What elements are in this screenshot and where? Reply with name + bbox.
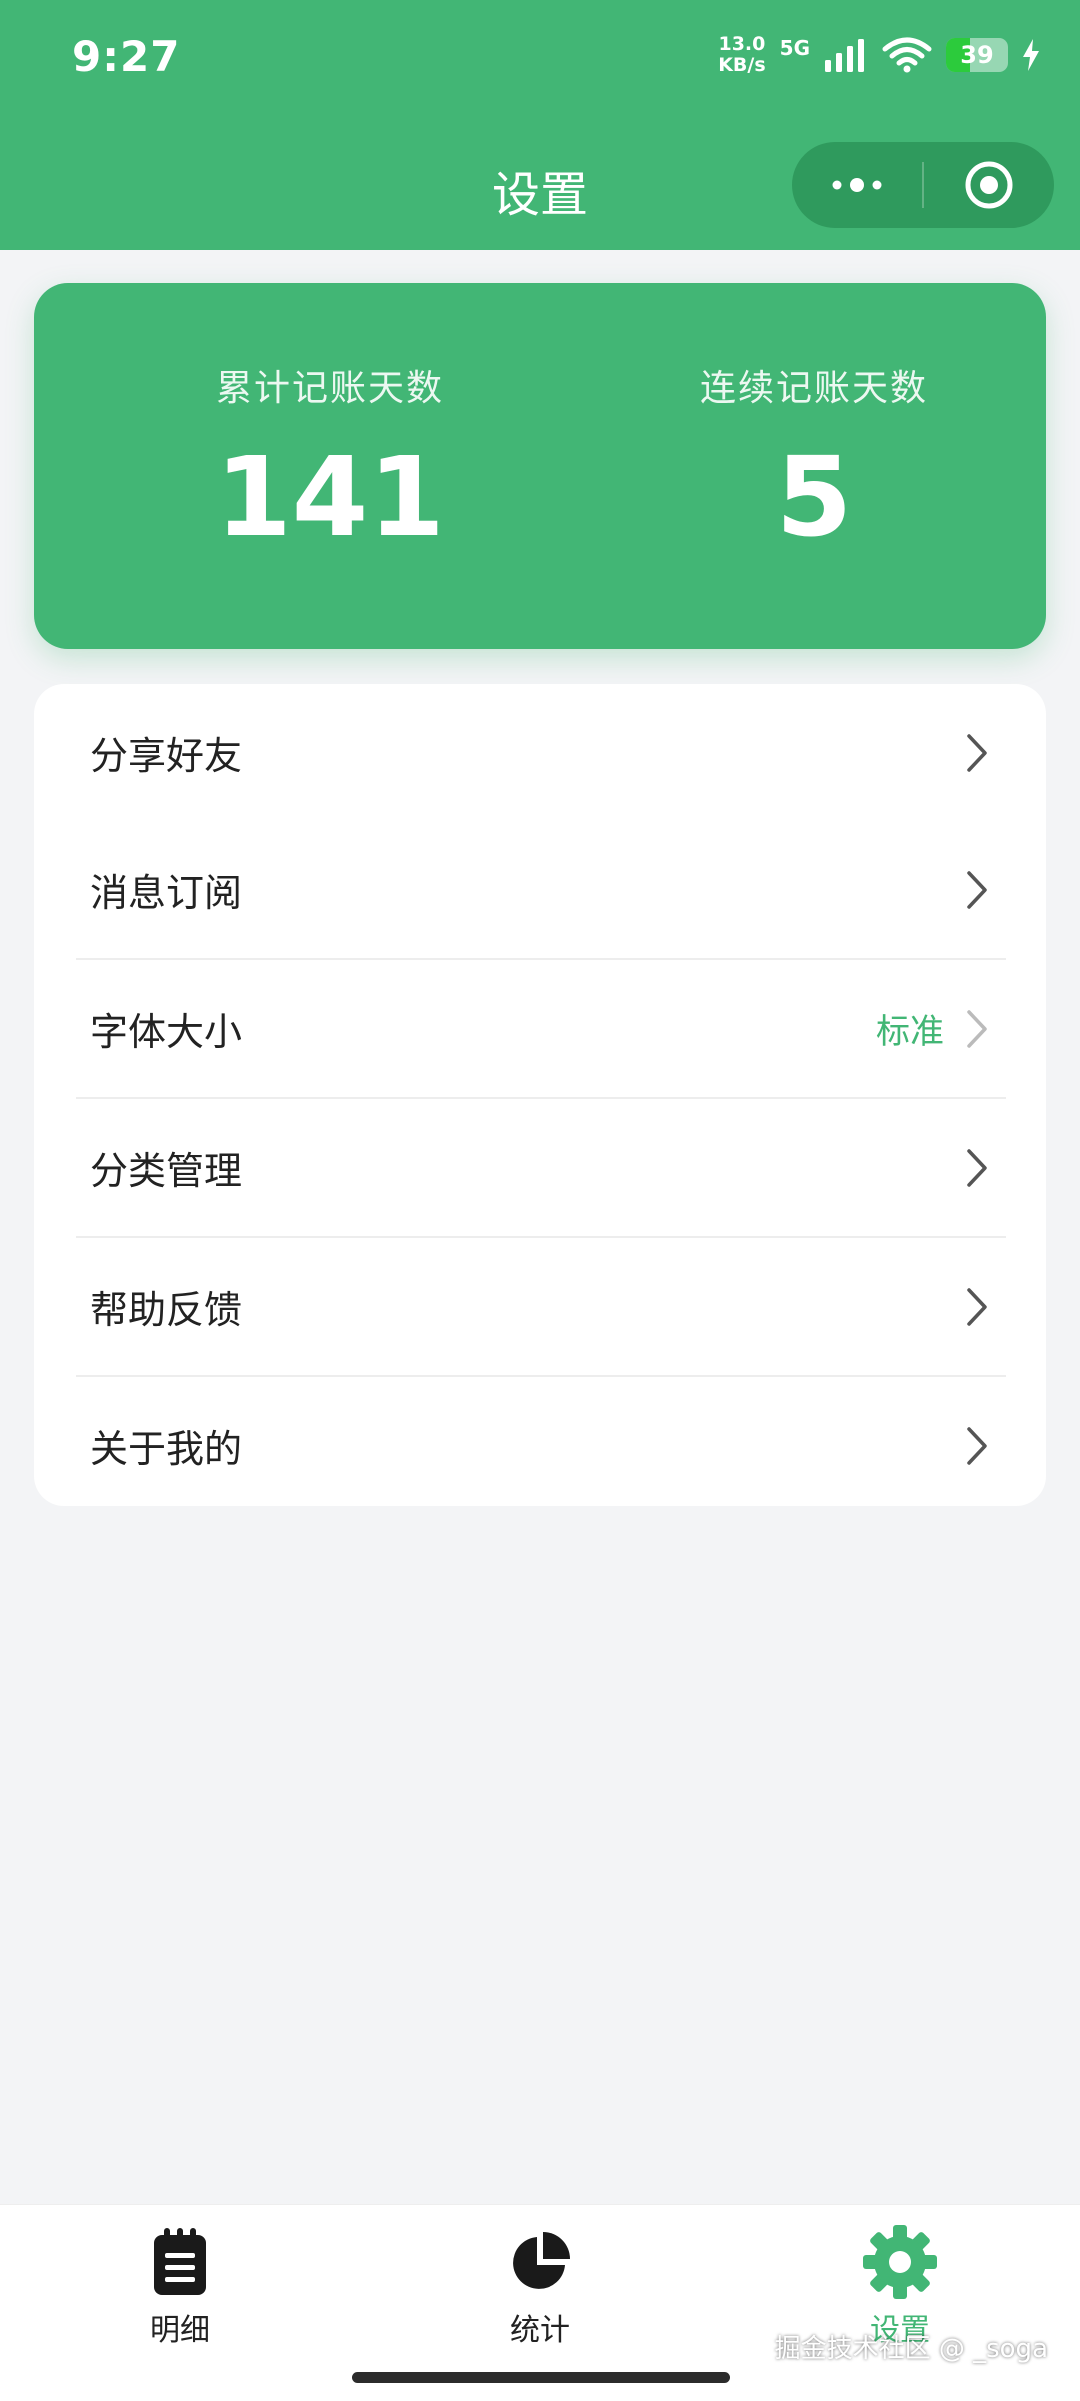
chevron-right-icon [967, 733, 987, 772]
menu-item-about[interactable]: 关于我的 [76, 1375, 1006, 1514]
network-speed: 13.0 KB/s [718, 34, 765, 76]
total-days-value: 141 [215, 433, 445, 561]
watermark: 掘金技术社区 @ _soga [774, 2334, 1048, 2364]
chevron-right-icon [967, 1287, 987, 1326]
target-circle-icon [965, 161, 1013, 209]
chevron-right-icon [967, 1009, 987, 1048]
menu-item-subscribe[interactable]: 消息订阅 [76, 821, 1006, 958]
battery-indicator: 39 [946, 38, 1008, 72]
menu-item-category[interactable]: 分类管理 [76, 1097, 1006, 1236]
status-time: 9:27 [72, 32, 181, 81]
notepad-icon [154, 2228, 206, 2295]
mini-program-capsule [792, 142, 1054, 228]
menu-item-label: 分享好友 [90, 734, 243, 778]
menu-item-label: 分类管理 [90, 1149, 243, 1193]
menu-item-font-size[interactable]: 字体大小 标准 [76, 958, 1006, 1097]
font-size-value: 标准 [876, 1012, 944, 1052]
home-indicator[interactable] [352, 2372, 730, 2383]
network-speed-unit: KB/s [718, 54, 766, 76]
close-button[interactable] [924, 142, 1054, 228]
chevron-right-icon [967, 870, 987, 909]
menu-item-label: 消息订阅 [90, 871, 243, 915]
streak-days-stat: 连续记账天数 5 [644, 283, 984, 557]
network-speed-value: 13.0 [718, 33, 766, 55]
stats-card: 累计记账天数 141 连续记账天数 5 [34, 283, 1046, 649]
streak-days-value: 5 [775, 433, 853, 561]
menu-item-label: 关于我的 [90, 1427, 243, 1471]
ellipsis-icon [832, 178, 882, 192]
chevron-right-icon [967, 1426, 987, 1465]
tab-details[interactable]: 明细 [80, 2223, 280, 2349]
streak-days-label: 连续记账天数 [699, 368, 928, 409]
more-button[interactable] [792, 142, 922, 228]
signal-icon [825, 39, 864, 72]
charging-icon [1023, 39, 1039, 71]
menu-item-share[interactable]: 分享好友 [76, 684, 1006, 821]
menu-item-label: 字体大小 [90, 1010, 243, 1054]
menu-item-feedback[interactable]: 帮助反馈 [76, 1236, 1006, 1375]
pie-chart-icon [513, 2232, 570, 2289]
tab-label: 明细 [150, 2313, 210, 2348]
network-type: 5G [779, 36, 810, 60]
total-days-stat: 累计记账天数 141 [160, 283, 500, 557]
tab-label: 统计 [510, 2313, 570, 2348]
chevron-right-icon [967, 1148, 987, 1187]
battery-level: 39 [960, 41, 994, 69]
header: 9:27 13.0 KB/s 5G 39 设置 [0, 0, 1080, 250]
wifi-icon [882, 37, 932, 73]
tab-statistics[interactable]: 统计 [440, 2223, 640, 2349]
status-icons: 13.0 KB/s 5G 39 [718, 34, 1040, 76]
gear-icon [863, 2225, 937, 2299]
total-days-label: 累计记账天数 [215, 368, 444, 409]
settings-menu: 分享好友 消息订阅 字体大小 标准 分类管理 帮助反馈 关于我的 [34, 684, 1046, 1506]
menu-item-label: 帮助反馈 [90, 1288, 243, 1332]
